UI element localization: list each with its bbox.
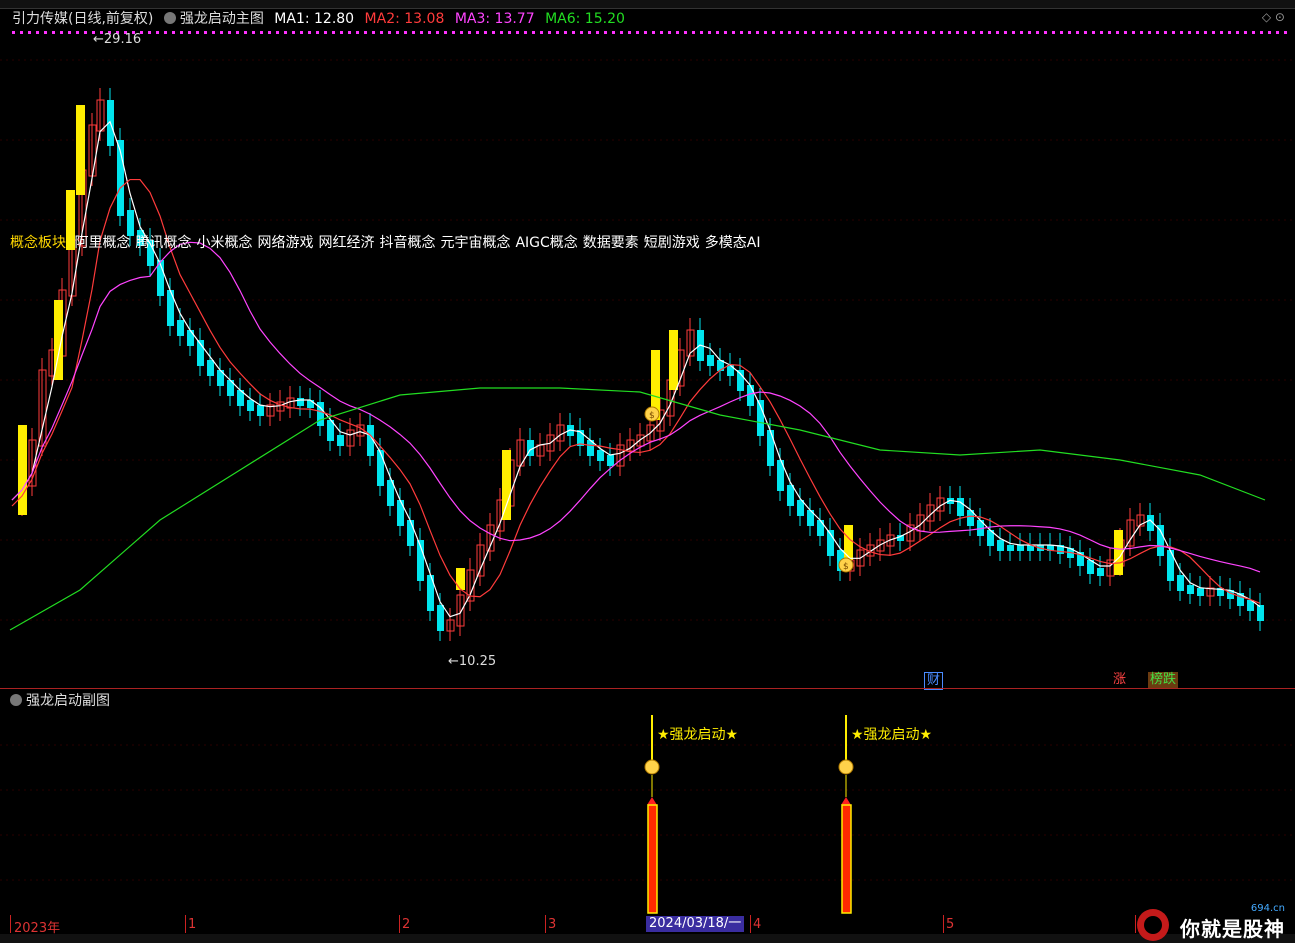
highlight-candle [844,525,853,560]
candle-body [1197,588,1204,596]
date-cursor: 2024/03/18/一 [646,916,745,932]
main-chart-header: 引力传媒(日线,前复权) 强龙启动主图 MA1: 12.80 MA2: 13.0… [0,8,1295,30]
highlight-candle [76,105,85,195]
concept-item[interactable]: 数据要素 [583,235,639,251]
candle-body [727,365,734,376]
high-price-value: 29.16 [103,32,142,47]
low-price-value: 10.25 [458,654,497,669]
money-bag-icon [644,759,660,775]
concept-item[interactable]: 短剧游戏 [644,235,700,251]
diamond-icon[interactable]: ◇ ⊙ [1262,10,1285,24]
candle-body [607,455,614,466]
concept-item[interactable]: 小米概念 [196,235,252,251]
candle-body [747,385,754,406]
dollar-sign: $ [843,562,849,572]
concept-item[interactable]: 网红经济 [318,235,374,251]
concept-item[interactable]: 元宇宙概念 [440,235,510,251]
concept-item[interactable]: 多模态AI [705,235,761,251]
indicator-selector[interactable]: 强龙启动主图 [163,8,264,30]
timeline-m4: 4 [753,917,762,932]
money-bag-icon: $ [838,557,854,573]
candle-body [337,435,344,446]
up-arrow-icon [841,797,851,805]
signal-bar [841,804,852,914]
candle-body [1187,585,1194,594]
panel-divider [0,688,1295,689]
candle-body [307,400,314,408]
candlestick-chart[interactable]: $$ [0,30,1295,690]
candle-body [787,485,794,506]
signal-stem-bar [651,715,653,760]
ma3-value: MA3: 13.77 [454,11,535,27]
logo-icon [1137,909,1169,941]
ma1-value: MA1: 12.80 [274,11,355,27]
candle-body [1097,568,1104,576]
watermark-text: 你就是股神 [1180,917,1285,941]
candle-body [707,355,714,366]
high-price-label: ←29.16 [93,32,142,47]
highlight-candle [18,425,27,515]
stock-title[interactable]: 引力传媒(日线,前复权) [12,8,153,30]
signal-stem-bar [845,715,847,760]
highlight-candle [669,330,678,390]
candle-body [377,450,384,486]
candle-body [437,605,444,631]
concept-item[interactable]: 阿里概念 [74,235,130,251]
timeline-axis: 2023年 1 2 3 2024/03/18/一 4 5 6 [0,915,1295,936]
signal-label: ★强龙启动★ [657,727,738,743]
candle-body [297,398,304,406]
up-arrow-icon [647,797,657,805]
timeline-m1: 1 [188,917,197,932]
candle-body [1177,575,1184,591]
candle-body [247,400,254,411]
badge-zhang[interactable]: 涨 [1111,672,1128,688]
timeline-m5: 5 [946,917,955,932]
candle-body [1257,605,1264,621]
bottom-tab-bar[interactable] [0,934,1295,943]
candle-body [407,520,414,546]
gear-icon[interactable] [163,12,176,24]
money-bag-icon: $ [644,406,660,422]
badge-bang[interactable]: 榜跌 [1148,672,1179,688]
ma1-line [11,120,1261,618]
low-price-label: ←10.25 [448,654,497,669]
ma3-line [11,241,1261,573]
signal-bar [647,804,658,914]
candle-body [397,500,404,526]
concept-item[interactable]: 网络游戏 [257,235,313,251]
concept-item[interactable]: AIGC概念 [515,235,577,251]
concept-item[interactable]: 腾讯概念 [135,235,191,251]
highlight-candle [502,450,511,520]
candle-body [1017,545,1024,551]
candle-body [597,450,604,461]
candle-body [997,540,1004,551]
candle-body [957,498,964,516]
candle-body [187,330,194,346]
money-bag-icon [838,759,854,775]
candle-body [1157,525,1164,556]
concept-item[interactable]: 抖音概念 [379,235,435,251]
concept-bar: 概念板块 阿里概念 腾讯概念 小米概念 网络游戏 网红经济 抖音概念 元宇宙概念 AIGC概念… [10,232,770,252]
dollar-sign: $ [649,411,655,421]
candle-body [177,320,184,336]
candle-body [257,405,264,416]
timeline-m3: 3 [548,917,557,932]
timeline-m2: 2 [402,917,411,932]
concept-label: 概念板块 [10,235,66,251]
ma2-value: MA2: 13.08 [364,11,445,27]
watermark-logo: 694.cn 你就是股神 [1131,903,1291,943]
candle-body [207,360,214,376]
signal-label: ★强龙启动★ [851,727,932,743]
highlight-candle [456,568,465,590]
signal-subchart[interactable]: ★强龙启动★ ★强龙启动★ [0,705,1295,915]
highlight-candle [1114,530,1123,575]
candle-body [817,520,824,536]
indicator-name: 强龙启动主图 [179,11,264,27]
ma6-line [9,387,1266,631]
ma6-value: MA6: 15.20 [545,11,625,27]
candle-body [767,430,774,466]
candle-body [1007,545,1014,551]
concept-items: 阿里概念 腾讯概念 小米概念 网络游戏 网红经济 抖音概念 元宇宙概念 AIGC概念 数据要素短… [74,235,765,251]
